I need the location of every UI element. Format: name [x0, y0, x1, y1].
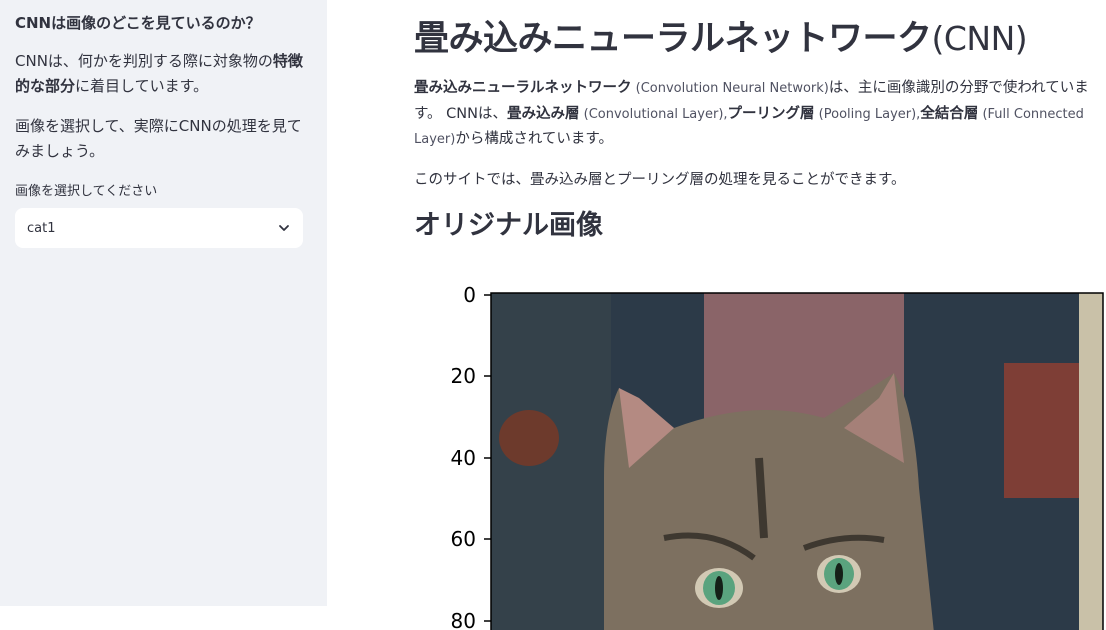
- y-tick-label: 20: [451, 364, 476, 388]
- y-tick-label: 80: [451, 609, 476, 630]
- intro-term: 畳み込み層: [506, 105, 580, 122]
- sidebar-instruction: 画像を選択して、実際にCNNの処理を見てみましょう。: [15, 117, 302, 160]
- image-ball: [499, 410, 559, 466]
- page-title: 畳み込みニューラルネットワーク(CNN): [414, 17, 1106, 61]
- sidebar-text: CNNは、何かを判別する際に対象物の: [15, 52, 273, 70]
- image-cat-eye: [715, 576, 723, 600]
- intro-paragraph: 畳み込みニューラルネットワーク (Convolution Neural Netw…: [414, 76, 1106, 153]
- intro-text: から構成されています。: [455, 131, 613, 147]
- sidebar-heading: CNNは画像のどこを見ているのか？: [15, 14, 261, 32]
- y-axis: 0 20 40 60 80: [451, 283, 491, 630]
- chevron-down-icon: [279, 225, 289, 231]
- y-tick-label: 0: [463, 283, 476, 307]
- image-region: [491, 293, 611, 630]
- sidebar: CNNは画像のどこを見ているのか？ CNNは、何かを判別する際に対象物の特徴的な…: [0, 0, 327, 606]
- original-image-figure: 0 20 40 60 80: [414, 278, 1106, 630]
- image-select-value: cat1: [27, 220, 56, 236]
- image-plot: 0 20 40 60 80: [451, 283, 1104, 630]
- image-right-edge: [1079, 293, 1103, 630]
- page-title-en: (CNN): [931, 19, 1028, 58]
- sidebar-text: に着目しています。: [75, 77, 209, 95]
- intro-term-en: (Convolutional Layer),: [579, 106, 728, 122]
- intro-term-en: (Convolution Neural Network): [631, 81, 829, 96]
- intro-term: 畳み込みニューラルネットワーク: [414, 80, 632, 96]
- image-box-red: [1004, 363, 1079, 498]
- select-label: 画像を選択してください: [15, 184, 158, 199]
- intro-term: プーリング層: [727, 105, 815, 122]
- site-description: このサイトでは、畳み込み層とプーリング層の処理を見ることができます。: [414, 171, 906, 188]
- sidebar-description: CNNは、何かを判別する際に対象物の特徴的な部分に着目しています。: [15, 49, 312, 99]
- y-tick-label: 40: [451, 446, 476, 470]
- section-heading: オリジナル画像: [414, 209, 603, 241]
- image-cat-stripe: [755, 457, 768, 539]
- image-cat-eye: [835, 563, 843, 585]
- y-tick-label: 60: [451, 527, 476, 551]
- page-title-jp: 畳み込みニューラルネットワーク: [414, 19, 932, 59]
- image-select[interactable]: cat1: [15, 208, 303, 248]
- image-content: [491, 293, 1103, 630]
- intro-term-en: (Pooling Layer),: [814, 106, 921, 122]
- intro-term: 全結合層: [920, 105, 979, 122]
